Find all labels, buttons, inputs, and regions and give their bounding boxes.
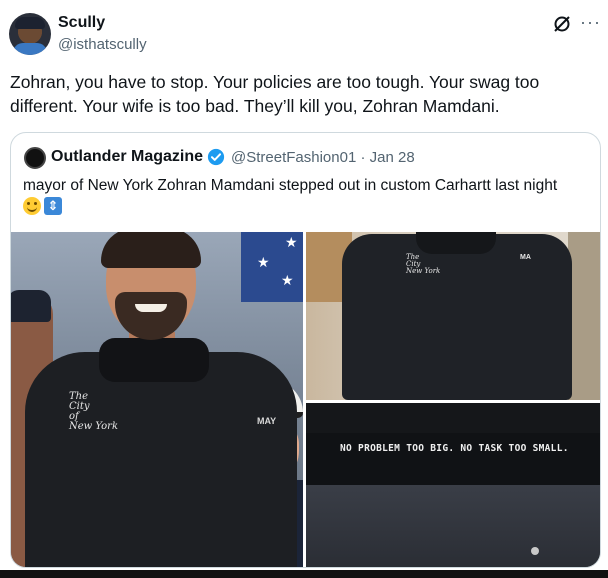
- author-avatar[interactable]: [9, 13, 51, 55]
- avatar-shirt: [13, 43, 47, 55]
- author-name[interactable]: Scully: [58, 14, 105, 32]
- jacket-collar: [416, 232, 496, 254]
- jacket-lining: [306, 485, 600, 567]
- grok-icon[interactable]: [552, 14, 572, 34]
- tweet-text: Zohran, you have to stop. Your policies …: [10, 72, 540, 116]
- mamdani-smile: [135, 304, 167, 312]
- mamdani-jacket: [25, 352, 297, 567]
- avatar-cap: [15, 17, 45, 29]
- smiling-face-emoji: [23, 197, 41, 215]
- flag-background: ★ ★ ★: [241, 232, 303, 302]
- photo-mamdani-jacket[interactable]: ★ ★ ★ The City of New York MAY: [11, 232, 303, 567]
- jacket-snap: [531, 547, 539, 555]
- jacket-tag: MA: [520, 254, 531, 261]
- quote-avatar[interactable]: [24, 147, 46, 169]
- mamdani-collar: [99, 338, 209, 382]
- quote-handle-date[interactable]: @StreetFashion01 · Jan 28: [231, 149, 415, 166]
- lining-print-text: NO PROBLEM TOO BIG. NO TASK TOO SMALL.: [340, 443, 569, 454]
- photo-jacket-lining[interactable]: NO PROBLEM TOO BIG. NO TASK TOO SMALL.: [306, 403, 600, 567]
- side-panel: [568, 232, 600, 400]
- verified-badge-icon: [207, 148, 225, 166]
- bottom-bar: [0, 570, 608, 578]
- background-person-cap: [11, 290, 51, 322]
- quoted-tweet[interactable]: Outlander Magazine @StreetFashion01 · Ja…: [10, 132, 601, 568]
- jacket: [342, 234, 572, 400]
- up-down-arrow-emoji: ⇕: [44, 197, 62, 215]
- quote-text: mayor of New York Zohran Mamdani stepped…: [23, 177, 558, 194]
- mamdani-beard: [115, 292, 187, 340]
- photo-jacket-front[interactable]: The City New York MA: [306, 232, 600, 400]
- mamdani-hair: [101, 232, 201, 268]
- printed-band: [306, 433, 600, 485]
- author-handle[interactable]: @isthatscully: [58, 36, 147, 53]
- jacket-collar-inside: [306, 403, 600, 433]
- quote-emojis: ⇕: [23, 197, 62, 217]
- quote-author-name[interactable]: Outlander Magazine: [51, 148, 203, 166]
- jacket-tag: MAY: [257, 416, 277, 426]
- jacket-logo: The City New York: [406, 253, 441, 275]
- more-icon[interactable]: ···: [580, 12, 601, 33]
- jacket-logo: The City of New York: [69, 391, 118, 432]
